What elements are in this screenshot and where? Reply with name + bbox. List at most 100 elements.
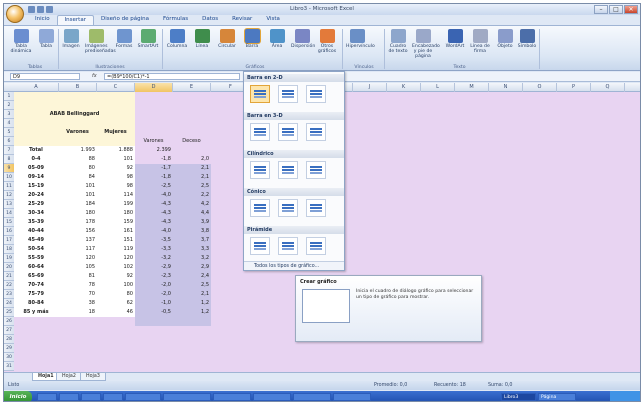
mujeres-pct-cell[interactable]: 1,2 <box>174 308 209 317</box>
mujeres-pct-cell[interactable]: 2,4 <box>174 272 209 281</box>
column-header-l[interactable]: L <box>421 83 455 92</box>
mujeres-pct-cell[interactable]: 3,7 <box>174 236 209 245</box>
row-header[interactable]: 31 <box>4 362 14 371</box>
row-header[interactable]: 24 <box>4 299 14 308</box>
row-header[interactable]: 8 <box>4 155 14 164</box>
age-group-cell[interactable]: 09-14 <box>15 173 57 182</box>
row-header[interactable]: 3 <box>4 110 14 119</box>
age-group-cell[interactable]: 25-29 <box>15 200 57 209</box>
bar-chart-subtype-icon[interactable] <box>306 123 326 141</box>
age-group-cell[interactable]: 70-74 <box>15 281 57 290</box>
age-group-cell[interactable]: 30-34 <box>15 209 57 218</box>
bar-chart-subtype-icon[interactable] <box>250 199 270 217</box>
mujeres-pct-cell[interactable]: 2,5 <box>174 182 209 191</box>
ribbon-button-scatter-chart[interactable]: Dispersión <box>291 29 315 49</box>
varones-cell[interactable]: 81 <box>60 272 95 281</box>
varones-pct-cell[interactable]: -3,2 <box>136 254 171 263</box>
varones-cell[interactable]: 156 <box>60 227 95 236</box>
tab-vista[interactable]: Vista <box>259 15 287 25</box>
total-varones[interactable]: 1.993 <box>60 146 95 155</box>
age-group-cell[interactable]: 40-44 <box>15 227 57 236</box>
bar-chart-subtype-icon[interactable] <box>278 161 298 179</box>
ribbon-button-signature[interactable]: Línea de firma <box>469 29 491 54</box>
ribbon-button-picture[interactable]: Imagen <box>60 29 82 49</box>
bar-chart-subtype-icon[interactable] <box>278 123 298 141</box>
bar-chart-subtype-icon[interactable] <box>306 199 326 217</box>
fx-icon[interactable]: fx <box>92 73 97 79</box>
varones-cell[interactable]: 84 <box>60 173 95 182</box>
bar-chart-subtype-icon[interactable] <box>278 237 298 255</box>
row-header[interactable]: 4 <box>4 119 14 128</box>
mujeres-cell[interactable]: 98 <box>98 173 133 182</box>
tab-datos[interactable]: Datos <box>195 15 225 25</box>
column-header-k[interactable]: K <box>387 83 421 92</box>
column-header-j[interactable]: J <box>353 83 387 92</box>
age-group-cell[interactable]: 55-59 <box>15 254 57 263</box>
varones-pct-cell[interactable]: -4,3 <box>136 200 171 209</box>
mujeres-pct-cell[interactable]: 2,1 <box>174 173 209 182</box>
age-group-cell[interactable]: 20-24 <box>15 191 57 200</box>
row-header[interactable]: 23 <box>4 290 14 299</box>
mujeres-cell[interactable]: 119 <box>98 245 133 254</box>
ribbon-button-clipart[interactable]: Imágenes prediseñadas <box>85 29 116 54</box>
taskbar-button[interactable] <box>37 393 57 401</box>
varones-pct-cell[interactable]: -2,0 <box>136 290 171 299</box>
mujeres-pct-cell[interactable]: 1,2 <box>174 299 209 308</box>
varones-pct-cell[interactable]: -2,5 <box>136 182 171 191</box>
varones-cell[interactable]: 184 <box>60 200 95 209</box>
row-header[interactable]: 15 <box>4 218 14 227</box>
row-header[interactable]: 10 <box>4 173 14 182</box>
column-header-r[interactable]: R <box>625 83 641 92</box>
tab-insertar[interactable]: Insertar <box>56 15 94 25</box>
row-header[interactable]: 16 <box>4 227 14 236</box>
tab-formulas[interactable]: Fórmulas <box>156 15 195 25</box>
bar-chart-subtype-icon[interactable] <box>278 199 298 217</box>
mujeres-cell[interactable]: 199 <box>98 200 133 209</box>
varones-pct-cell[interactable]: -1,8 <box>136 173 171 182</box>
total-mujeres[interactable]: 1.888 <box>98 146 133 155</box>
sheet-title[interactable]: ABAB Bellinggard <box>14 110 135 119</box>
mujeres-cell[interactable]: 92 <box>98 272 133 281</box>
mujeres-cell[interactable]: 114 <box>98 191 133 200</box>
row-header[interactable]: 20 <box>4 263 14 272</box>
column-header-m[interactable]: M <box>455 83 489 92</box>
varones-pct-cell[interactable]: -0,5 <box>136 308 171 317</box>
mujeres-pct-cell[interactable]: 2,1 <box>174 290 209 299</box>
age-group-cell[interactable]: 75-79 <box>15 290 57 299</box>
row-header[interactable]: 19 <box>4 254 14 263</box>
mujeres-pct-cell[interactable]: 4,2 <box>174 200 209 209</box>
mujeres-pct-cell[interactable]: 2,5 <box>174 281 209 290</box>
ribbon-button-other-charts[interactable]: Otros gráficos <box>316 29 338 54</box>
mujeres-pct-cell[interactable]: 3,9 <box>174 218 209 227</box>
formula-input[interactable]: =(B9*100/C1)*-1 <box>104 73 240 80</box>
mujeres-pct-cell[interactable]: 4,4 <box>174 209 209 218</box>
ribbon-button-smartart[interactable]: SmartArt <box>137 29 159 49</box>
mujeres-pct-cell[interactable]: 2,1 <box>174 164 209 173</box>
mujeres-cell[interactable]: 102 <box>98 263 133 272</box>
mujeres-pct-cell[interactable]: 2,2 <box>174 191 209 200</box>
ribbon-button-area-chart[interactable]: Área <box>266 29 288 49</box>
total-pct[interactable]: 2.399 <box>136 146 171 155</box>
row-header[interactable]: 17 <box>4 236 14 245</box>
age-group-cell[interactable]: 50-54 <box>15 245 57 254</box>
varones-pct-cell[interactable]: -1,0 <box>136 299 171 308</box>
header-varones[interactable]: Varones <box>60 128 95 137</box>
age-group-cell[interactable]: 85 y más <box>15 308 57 317</box>
varones-cell[interactable]: 120 <box>60 254 95 263</box>
mujeres-cell[interactable]: 92 <box>98 164 133 173</box>
mujeres-cell[interactable]: 151 <box>98 236 133 245</box>
ribbon-button-symbol[interactable]: Símbolo <box>516 29 538 49</box>
row-header[interactable]: 26 <box>4 317 14 326</box>
row-header[interactable]: 13 <box>4 200 14 209</box>
column-header-p[interactable]: P <box>557 83 591 92</box>
bar-chart-subtype-icon[interactable] <box>306 237 326 255</box>
varones-cell[interactable]: 137 <box>60 236 95 245</box>
bar-chart-subtype-icon[interactable] <box>278 85 298 103</box>
taskbar-button[interactable] <box>293 393 331 401</box>
name-box[interactable]: D9 <box>10 73 80 80</box>
taskbar-button[interactable] <box>125 393 161 401</box>
mujeres-pct-cell[interactable]: 3,2 <box>174 254 209 263</box>
varones-cell[interactable]: 70 <box>60 290 95 299</box>
row-header[interactable]: 18 <box>4 245 14 254</box>
ribbon-button-object[interactable]: Objeto <box>494 29 516 49</box>
